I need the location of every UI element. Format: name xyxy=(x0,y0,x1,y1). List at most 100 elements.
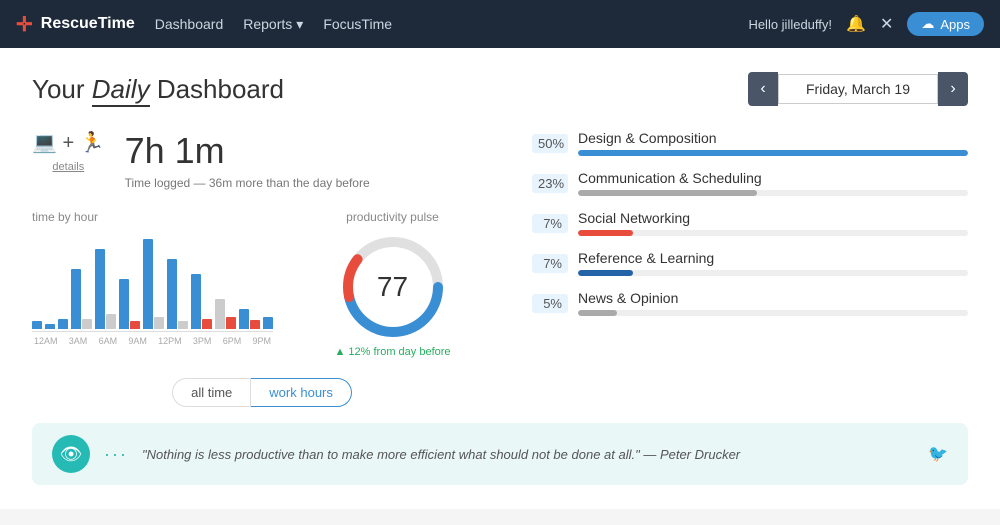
category-info: Design & Composition xyxy=(578,130,968,156)
ellipsis[interactable]: ··· xyxy=(104,444,128,465)
title-italic: Daily xyxy=(92,74,150,107)
bar xyxy=(202,319,212,329)
main-grid: 💻 + 🏃 details 7h 1m Time logged — 36m mo… xyxy=(32,130,968,407)
bar-group-5 xyxy=(119,279,140,329)
bar xyxy=(263,317,273,329)
bar xyxy=(191,274,201,329)
details-link[interactable]: details xyxy=(52,161,84,173)
category-pct: 7% xyxy=(532,254,568,273)
nav-dashboard[interactable]: Dashboard xyxy=(155,16,224,32)
bar xyxy=(250,320,260,329)
bar-chart-label: time by hour xyxy=(32,210,273,224)
category-row-1: 23% Communication & Scheduling xyxy=(532,170,968,196)
category-bar-fill xyxy=(578,150,968,156)
right-panel: 50% Design & Composition 23% Communicati… xyxy=(532,130,968,407)
category-bar-track xyxy=(578,310,968,316)
category-row-0: 50% Design & Composition xyxy=(532,130,968,156)
bell-icon[interactable]: 🔔 xyxy=(846,14,866,34)
current-date: Friday, March 19 xyxy=(778,74,938,104)
category-pct: 50% xyxy=(532,134,568,153)
nav-right: Hello jilleduffy! 🔔 ✕ ☁ Apps xyxy=(748,12,984,36)
bar-group-6 xyxy=(143,239,164,329)
bar-chart xyxy=(32,232,273,332)
bar-group-4 xyxy=(95,249,116,329)
category-pct: 7% xyxy=(532,214,568,233)
toggle-row: all time work hours xyxy=(32,378,492,407)
bar-group-11 xyxy=(263,317,273,329)
category-pct: 23% xyxy=(532,174,568,193)
user-greeting: Hello jilleduffy! xyxy=(748,17,832,32)
bar xyxy=(119,279,129,329)
category-bar-track xyxy=(578,190,968,196)
logo-icon: ✛ xyxy=(16,12,33,37)
bar xyxy=(178,321,188,329)
left-panel: 💻 + 🏃 details 7h 1m Time logged — 36m mo… xyxy=(32,130,492,407)
category-info: Communication & Scheduling xyxy=(578,170,968,196)
logo-text: RescueTime xyxy=(41,15,135,33)
quote-bar: 👁 ··· "Nothing is less productive than t… xyxy=(32,423,968,485)
category-name: Design & Composition xyxy=(578,130,968,146)
date-navigation: ‹ Friday, March 19 › xyxy=(748,72,968,106)
category-bar-fill xyxy=(578,190,757,196)
bar xyxy=(167,259,177,329)
category-bar-track xyxy=(578,230,968,236)
bar-group-3 xyxy=(71,269,92,329)
title-suffix: Dashboard xyxy=(157,74,284,104)
wrench-icon[interactable]: ✕ xyxy=(880,14,893,34)
bar-group-0 xyxy=(32,321,42,329)
prev-date-button[interactable]: ‹ xyxy=(748,72,778,106)
category-row-3: 7% Reference & Learning xyxy=(532,250,968,276)
bar-group-7 xyxy=(167,259,188,329)
cloud-icon: ☁ xyxy=(921,16,934,32)
bar xyxy=(226,317,236,329)
bar xyxy=(143,239,153,329)
nav-reports[interactable]: Reports ▾ xyxy=(243,16,303,33)
category-name: Communication & Scheduling xyxy=(578,170,968,186)
category-row-4: 5% News & Opinion xyxy=(532,290,968,316)
bar xyxy=(95,249,105,329)
category-row-2: 7% Social Networking xyxy=(532,210,968,236)
title-prefix: Your xyxy=(32,74,85,104)
apps-label: Apps xyxy=(940,17,970,32)
navbar: ✛ RescueTime Dashboard Reports ▾ FocusTi… xyxy=(0,0,1000,48)
bar xyxy=(130,321,140,329)
category-name: Social Networking xyxy=(578,210,968,226)
bar xyxy=(215,299,225,329)
charts-row: time by hour xyxy=(32,210,492,358)
pulse-change: ▲ 12% from day before xyxy=(334,346,450,358)
quote-text: "Nothing is less productive than to make… xyxy=(142,447,914,462)
bar xyxy=(71,269,81,329)
category-name: News & Opinion xyxy=(578,290,968,306)
eye-icon: 👁 xyxy=(52,435,90,473)
apps-button[interactable]: ☁ Apps xyxy=(907,12,984,36)
bar xyxy=(82,319,92,329)
pulse-label: productivity pulse xyxy=(346,210,439,224)
stats-row: 💻 + 🏃 details 7h 1m Time logged — 36m mo… xyxy=(32,130,492,190)
bar-chart-block: time by hour xyxy=(32,210,273,358)
content-area: Your Daily Dashboard ‹ Friday, March 19 … xyxy=(0,48,1000,509)
device-icons: 💻 + 🏃 details xyxy=(32,130,105,173)
twitter-icon[interactable]: 🐦 xyxy=(928,444,948,464)
bar-group-2 xyxy=(58,319,68,329)
category-bar-fill xyxy=(578,230,633,236)
time-stats: 7h 1m Time logged — 36m more than the da… xyxy=(125,130,370,190)
next-date-button[interactable]: › xyxy=(938,72,968,106)
header-row: Your Daily Dashboard ‹ Friday, March 19 … xyxy=(32,72,968,106)
chevron-down-icon: ▾ xyxy=(296,16,303,33)
nav-focustime[interactable]: FocusTime xyxy=(323,16,392,32)
category-info: Social Networking xyxy=(578,210,968,236)
work-hours-toggle[interactable]: work hours xyxy=(251,378,352,407)
pulse-block: productivity pulse 77 ▲ 12% from day bef xyxy=(293,210,492,358)
bar xyxy=(32,321,42,329)
category-bar-track xyxy=(578,270,968,276)
category-pct: 5% xyxy=(532,294,568,313)
bar xyxy=(239,309,249,329)
category-bar-fill xyxy=(578,310,617,316)
category-info: Reference & Learning xyxy=(578,250,968,276)
bar-group-8 xyxy=(191,274,212,329)
logo[interactable]: ✛ RescueTime xyxy=(16,12,135,37)
all-time-toggle[interactable]: all time xyxy=(172,378,251,407)
bar-group-1 xyxy=(45,324,55,329)
category-bar-fill xyxy=(578,270,633,276)
dashboard-title: Your Daily Dashboard xyxy=(32,74,284,105)
